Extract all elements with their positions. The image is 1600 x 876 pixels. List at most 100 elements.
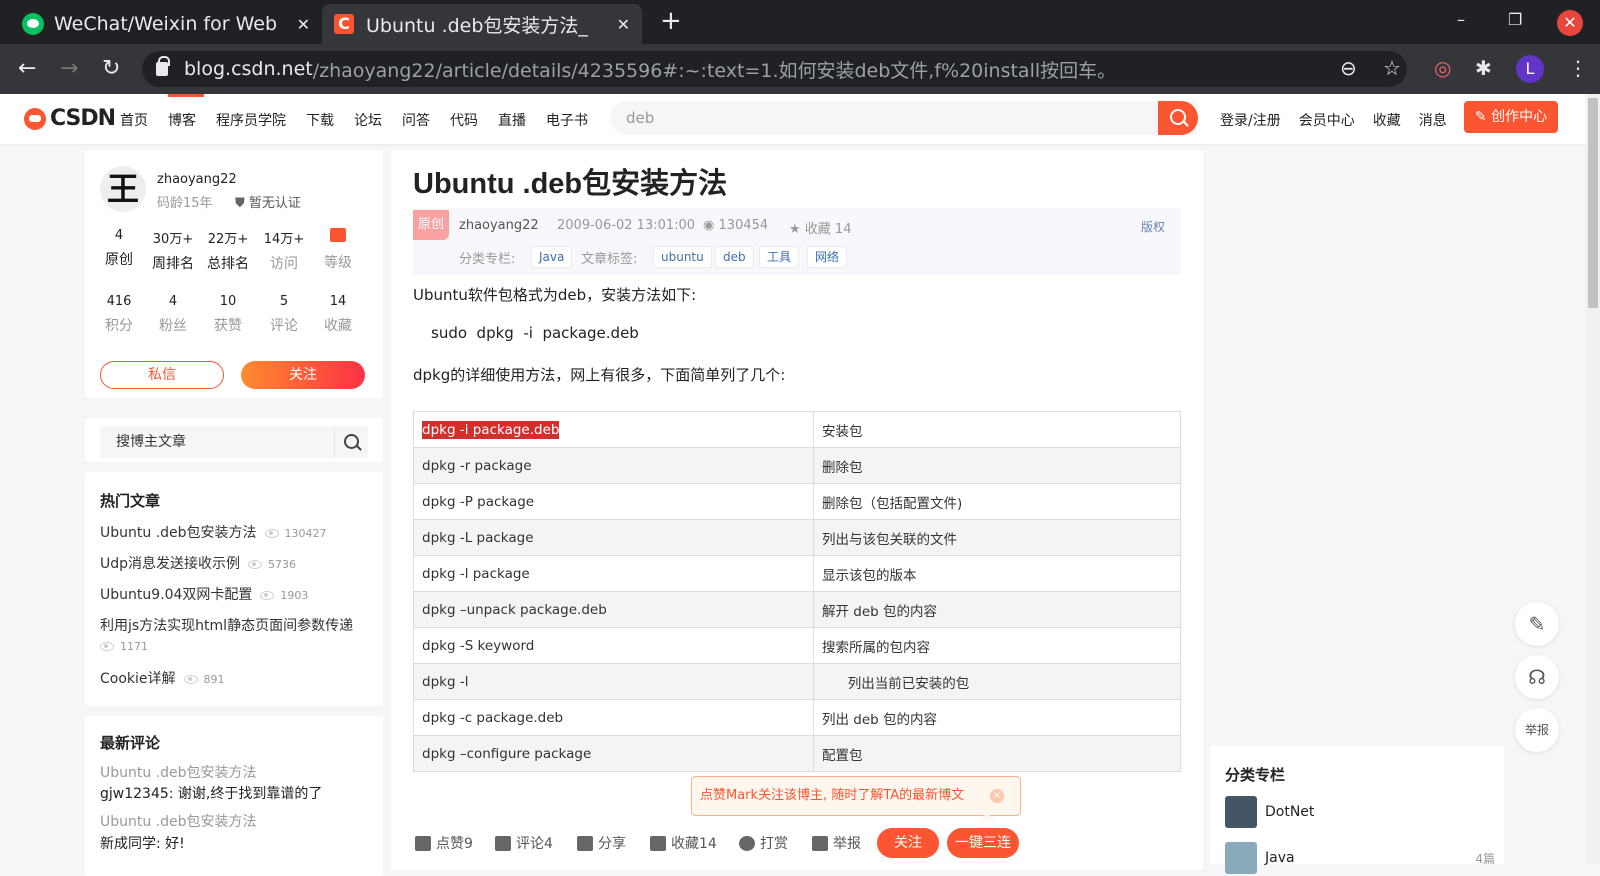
stat-week-rank[interactable]: 30万+ 周排名 bbox=[146, 228, 200, 273]
url-host: blog.csdn.net bbox=[184, 58, 313, 80]
reward-button[interactable]: 打赏 bbox=[739, 833, 788, 853]
address-bar[interactable]: blog.csdn.net/zhaoyang22/article/details… bbox=[142, 51, 1407, 87]
headset-icon[interactable]: ☊ bbox=[1515, 655, 1559, 699]
csdn-search-input[interactable]: deb bbox=[610, 101, 1196, 135]
column-item[interactable]: Java 4篇 bbox=[1225, 842, 1495, 874]
nav-code[interactable]: 代码 bbox=[450, 110, 478, 130]
column-item[interactable]: DotNet bbox=[1225, 796, 1314, 828]
restore-button[interactable]: ❐ bbox=[1508, 10, 1522, 29]
close-tab-icon[interactable]: ✕ bbox=[297, 15, 310, 34]
hot-article-title[interactable]: Ubuntu9.04双网卡配置 bbox=[100, 587, 252, 603]
article-title: Ubuntu .deb包安装方法 bbox=[413, 168, 728, 200]
follow-button[interactable]: 关注 bbox=[241, 361, 365, 389]
nav-academy[interactable]: 程序员学院 bbox=[216, 110, 286, 130]
favs-value: 收藏 14 bbox=[804, 222, 852, 237]
nav-forum[interactable]: 论坛 bbox=[354, 110, 382, 130]
avatar[interactable]: 王 bbox=[100, 166, 146, 212]
eye-icon bbox=[183, 674, 198, 684]
hot-article-title[interactable]: 利用js方法实现html静态页面间参数传递 bbox=[100, 618, 353, 634]
hot-article-item[interactable]: Ubuntu .deb包安装方法 130427 bbox=[100, 522, 327, 542]
column-tag[interactable]: Java bbox=[531, 246, 573, 268]
share-button[interactable]: 分享 bbox=[577, 833, 626, 853]
close-tab-icon[interactable]: ✕ bbox=[617, 15, 630, 34]
nav-home[interactable]: 首页 bbox=[120, 110, 148, 130]
tab-csdn-article[interactable]: C Ubuntu .deb包安装方法_ ✕ bbox=[322, 4, 642, 44]
favorites-link[interactable]: 收藏 bbox=[1373, 110, 1401, 130]
stat-label: 收藏 bbox=[324, 318, 352, 334]
hot-article-item[interactable]: Ubuntu9.04双网卡配置 1903 bbox=[100, 584, 308, 604]
profile-avatar[interactable]: L bbox=[1516, 55, 1544, 83]
follow-author-button[interactable]: 关注 bbox=[877, 828, 939, 858]
new-tab-button[interactable]: + bbox=[660, 6, 682, 36]
csdn-logo[interactable]: CSDN bbox=[24, 106, 116, 131]
username[interactable]: zhaoyang22 bbox=[157, 172, 237, 187]
article-tag[interactable]: 网络 bbox=[807, 246, 848, 268]
column-thumbnail bbox=[1225, 796, 1257, 828]
hot-article-item[interactable]: Cookie详解 891 bbox=[100, 668, 225, 688]
comment-icon bbox=[495, 835, 511, 851]
back-icon[interactable]: ← bbox=[18, 56, 36, 81]
column-name: DotNet bbox=[1265, 804, 1315, 820]
article-action-bar: 点赞9 评论4 分享 收藏14 打赏 举报 关注 一键三连 bbox=[391, 820, 1203, 864]
hot-article-title[interactable]: Cookie详解 bbox=[100, 671, 176, 687]
article-code-line: sudo dpkg -i package.deb bbox=[431, 324, 639, 342]
fav-count[interactable]: ★ 收藏 14 bbox=[789, 218, 851, 237]
vip-link[interactable]: 会员中心 bbox=[1299, 110, 1355, 130]
messages-link[interactable]: 消息 bbox=[1419, 110, 1447, 130]
edit-note-icon[interactable]: ✎ bbox=[1515, 602, 1559, 646]
search-icon[interactable] bbox=[334, 426, 368, 458]
minimize-button[interactable]: – bbox=[1457, 10, 1465, 29]
login-link[interactable]: 登录/注册 bbox=[1220, 110, 1281, 130]
zoom-icon[interactable]: ⊖ bbox=[1340, 56, 1357, 80]
comment-button[interactable]: 评论4 bbox=[495, 833, 553, 853]
hot-article-title[interactable]: Ubuntu .deb包安装方法 bbox=[100, 525, 257, 541]
stat-label: 等级 bbox=[324, 255, 352, 271]
stat-total-rank[interactable]: 22万+ 总排名 bbox=[201, 228, 255, 273]
report-button[interactable]: 举报 bbox=[812, 833, 861, 853]
comment-article-link[interactable]: Ubuntu .deb包安装方法 bbox=[100, 762, 257, 782]
hot-article-item[interactable]: Udp消息发送接收示例 5736 bbox=[100, 553, 296, 573]
table-cell: 配置包 bbox=[813, 735, 1181, 772]
hot-articles-card: 热门文章 Ubuntu .deb包安装方法 130427 Udp消息发送接收示例 5… bbox=[85, 472, 383, 706]
stat-original[interactable]: 4 原创 bbox=[92, 228, 146, 269]
article-tag[interactable]: 工具 bbox=[759, 246, 800, 268]
forward-icon[interactable]: → bbox=[60, 56, 78, 81]
bookmark-star-icon[interactable]: ☆ bbox=[1383, 56, 1401, 80]
article-tag[interactable]: ubuntu bbox=[653, 246, 712, 268]
nav-ebook[interactable]: 电子书 bbox=[546, 110, 588, 130]
triple-action-button[interactable]: 一键三连 bbox=[947, 828, 1019, 858]
comment-article-link[interactable]: Ubuntu .deb包安装方法 bbox=[100, 811, 257, 831]
nav-download[interactable]: 下载 bbox=[306, 110, 334, 130]
create-center-button[interactable]: ✎ 创作中心 bbox=[1464, 101, 1558, 133]
table-cell: dpkg -P package bbox=[413, 483, 814, 520]
nav-qa[interactable]: 问答 bbox=[402, 110, 430, 130]
blogger-search-input[interactable]: 搜博主文章 bbox=[100, 426, 334, 458]
private-message-button[interactable]: 私信 bbox=[100, 361, 224, 389]
extensions-puzzle-icon[interactable]: ✱ bbox=[1475, 56, 1492, 80]
close-icon[interactable]: × bbox=[990, 789, 1004, 803]
view-count: ◉ 130454 bbox=[703, 218, 768, 233]
copyright-link[interactable]: 版权 bbox=[1141, 218, 1165, 235]
nav-blog[interactable]: 博客 bbox=[168, 94, 204, 130]
stat-value: 4 bbox=[168, 294, 178, 309]
stat-level[interactable]: 等级 bbox=[311, 228, 365, 272]
stat-fans: 4 粉丝 bbox=[146, 294, 200, 335]
like-button[interactable]: 点赞9 bbox=[415, 833, 473, 853]
report-float-button[interactable]: 举报 bbox=[1515, 708, 1559, 752]
nav-live[interactable]: 直播 bbox=[498, 110, 526, 130]
extension-color-icon[interactable]: ◎ bbox=[1434, 56, 1451, 80]
window-close-button[interactable]: ✕ bbox=[1557, 10, 1583, 36]
author-link[interactable]: zhaoyang22 bbox=[459, 218, 539, 233]
search-icon[interactable] bbox=[1158, 101, 1198, 135]
scroll-thumb[interactable] bbox=[1588, 98, 1598, 308]
dpkg-command-table: dpkg -i package.deb 安装包 dpkg -r package 删除… bbox=[413, 411, 1181, 772]
favorite-button[interactable]: 收藏14 bbox=[650, 833, 717, 853]
tab-wechat[interactable]: WeChat/Weixin for Web ✕ bbox=[10, 4, 322, 44]
reload-icon[interactable]: ↻ bbox=[102, 56, 120, 81]
page-scrollbar[interactable] bbox=[1586, 94, 1600, 864]
hot-article-item[interactable]: 利用js方法实现html静态页面间参数传递 bbox=[100, 615, 353, 635]
hot-article-title[interactable]: Udp消息发送接收示例 bbox=[100, 556, 240, 572]
csdn-mascot-icon bbox=[24, 107, 46, 130]
menu-kebab-icon[interactable]: ⋮ bbox=[1568, 56, 1588, 80]
article-tag[interactable]: deb bbox=[715, 246, 754, 268]
